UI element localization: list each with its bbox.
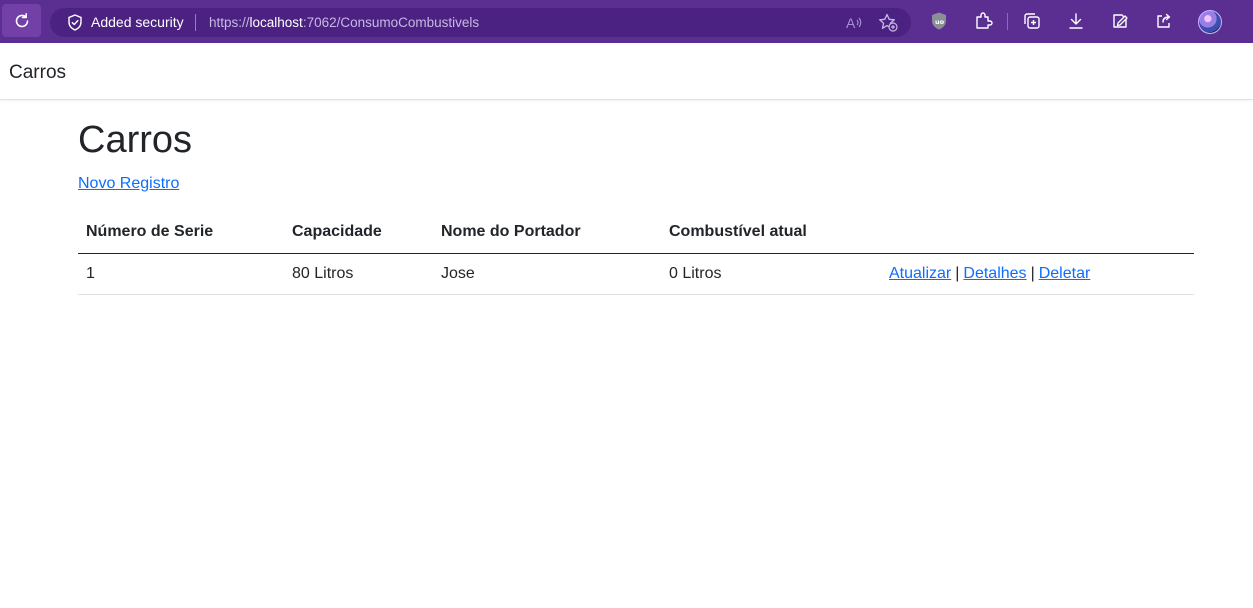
- read-aloud-icon[interactable]: A: [845, 14, 863, 31]
- cell-capacity: 80 Litros: [284, 253, 433, 295]
- table-header-row: Número de Serie Capacidade Nome do Porta…: [78, 212, 1194, 254]
- header-current-fuel: Combustível atual: [661, 212, 881, 254]
- collections-icon[interactable]: [1022, 11, 1042, 31]
- cell-actions: Atualizar | Detalhes | Deletar: [881, 253, 1194, 295]
- address-bar[interactable]: Added security https://localhost:7062/Co…: [50, 8, 911, 37]
- page-title: Carros: [78, 119, 193, 161]
- svg-text:A: A: [846, 15, 856, 31]
- security-label[interactable]: Added security: [91, 14, 184, 30]
- cell-serial-number: 1: [78, 253, 284, 295]
- share-icon[interactable]: [1154, 11, 1174, 31]
- header-owner-name: Nome do Portador: [433, 212, 661, 254]
- reload-button[interactable]: [2, 4, 41, 37]
- cell-owner-name: Jose: [433, 253, 661, 295]
- action-separator: |: [955, 264, 960, 282]
- cars-table: Número de Serie Capacidade Nome do Porta…: [78, 212, 1194, 295]
- header-serial-number: Número de Serie: [78, 212, 284, 254]
- downloads-icon[interactable]: [1066, 11, 1086, 31]
- navbar-brand[interactable]: Carros: [9, 62, 66, 84]
- shield-icon[interactable]: [67, 14, 83, 31]
- toolbar-separator: [1007, 13, 1008, 30]
- reload-icon: [15, 12, 28, 27]
- url-prefix: https://: [209, 15, 250, 30]
- extensions-icon[interactable]: [973, 11, 993, 31]
- details-link[interactable]: Detalhes: [963, 265, 1026, 282]
- cell-current-fuel: 0 Litros: [661, 253, 881, 295]
- ublock-icon[interactable]: uo: [929, 11, 949, 31]
- address-divider: [195, 14, 196, 31]
- profile-avatar[interactable]: [1198, 10, 1222, 34]
- header-actions: [881, 212, 1194, 254]
- url-host: localhost: [249, 15, 303, 30]
- svg-text:uo: uo: [935, 18, 945, 26]
- browser-essentials-icon[interactable]: [1110, 11, 1130, 31]
- new-record-link[interactable]: Novo Registro: [78, 175, 179, 193]
- app-navbar: Carros: [0, 43, 1253, 100]
- browser-toolbar: Added security https://localhost:7062/Co…: [0, 0, 1253, 43]
- url-text[interactable]: https://localhost:7062/ConsumoCombustive…: [209, 15, 479, 30]
- favorite-add-icon[interactable]: [878, 13, 898, 32]
- table-row: 1 80 Litros Jose 0 Litros Atualizar | Deta…: [78, 253, 1194, 295]
- action-separator: |: [1030, 264, 1035, 282]
- update-link[interactable]: Atualizar: [889, 265, 951, 282]
- url-rest: :7062/ConsumoCombustivels: [302, 15, 480, 30]
- delete-link[interactable]: Deletar: [1039, 265, 1091, 282]
- header-capacity: Capacidade: [284, 212, 433, 254]
